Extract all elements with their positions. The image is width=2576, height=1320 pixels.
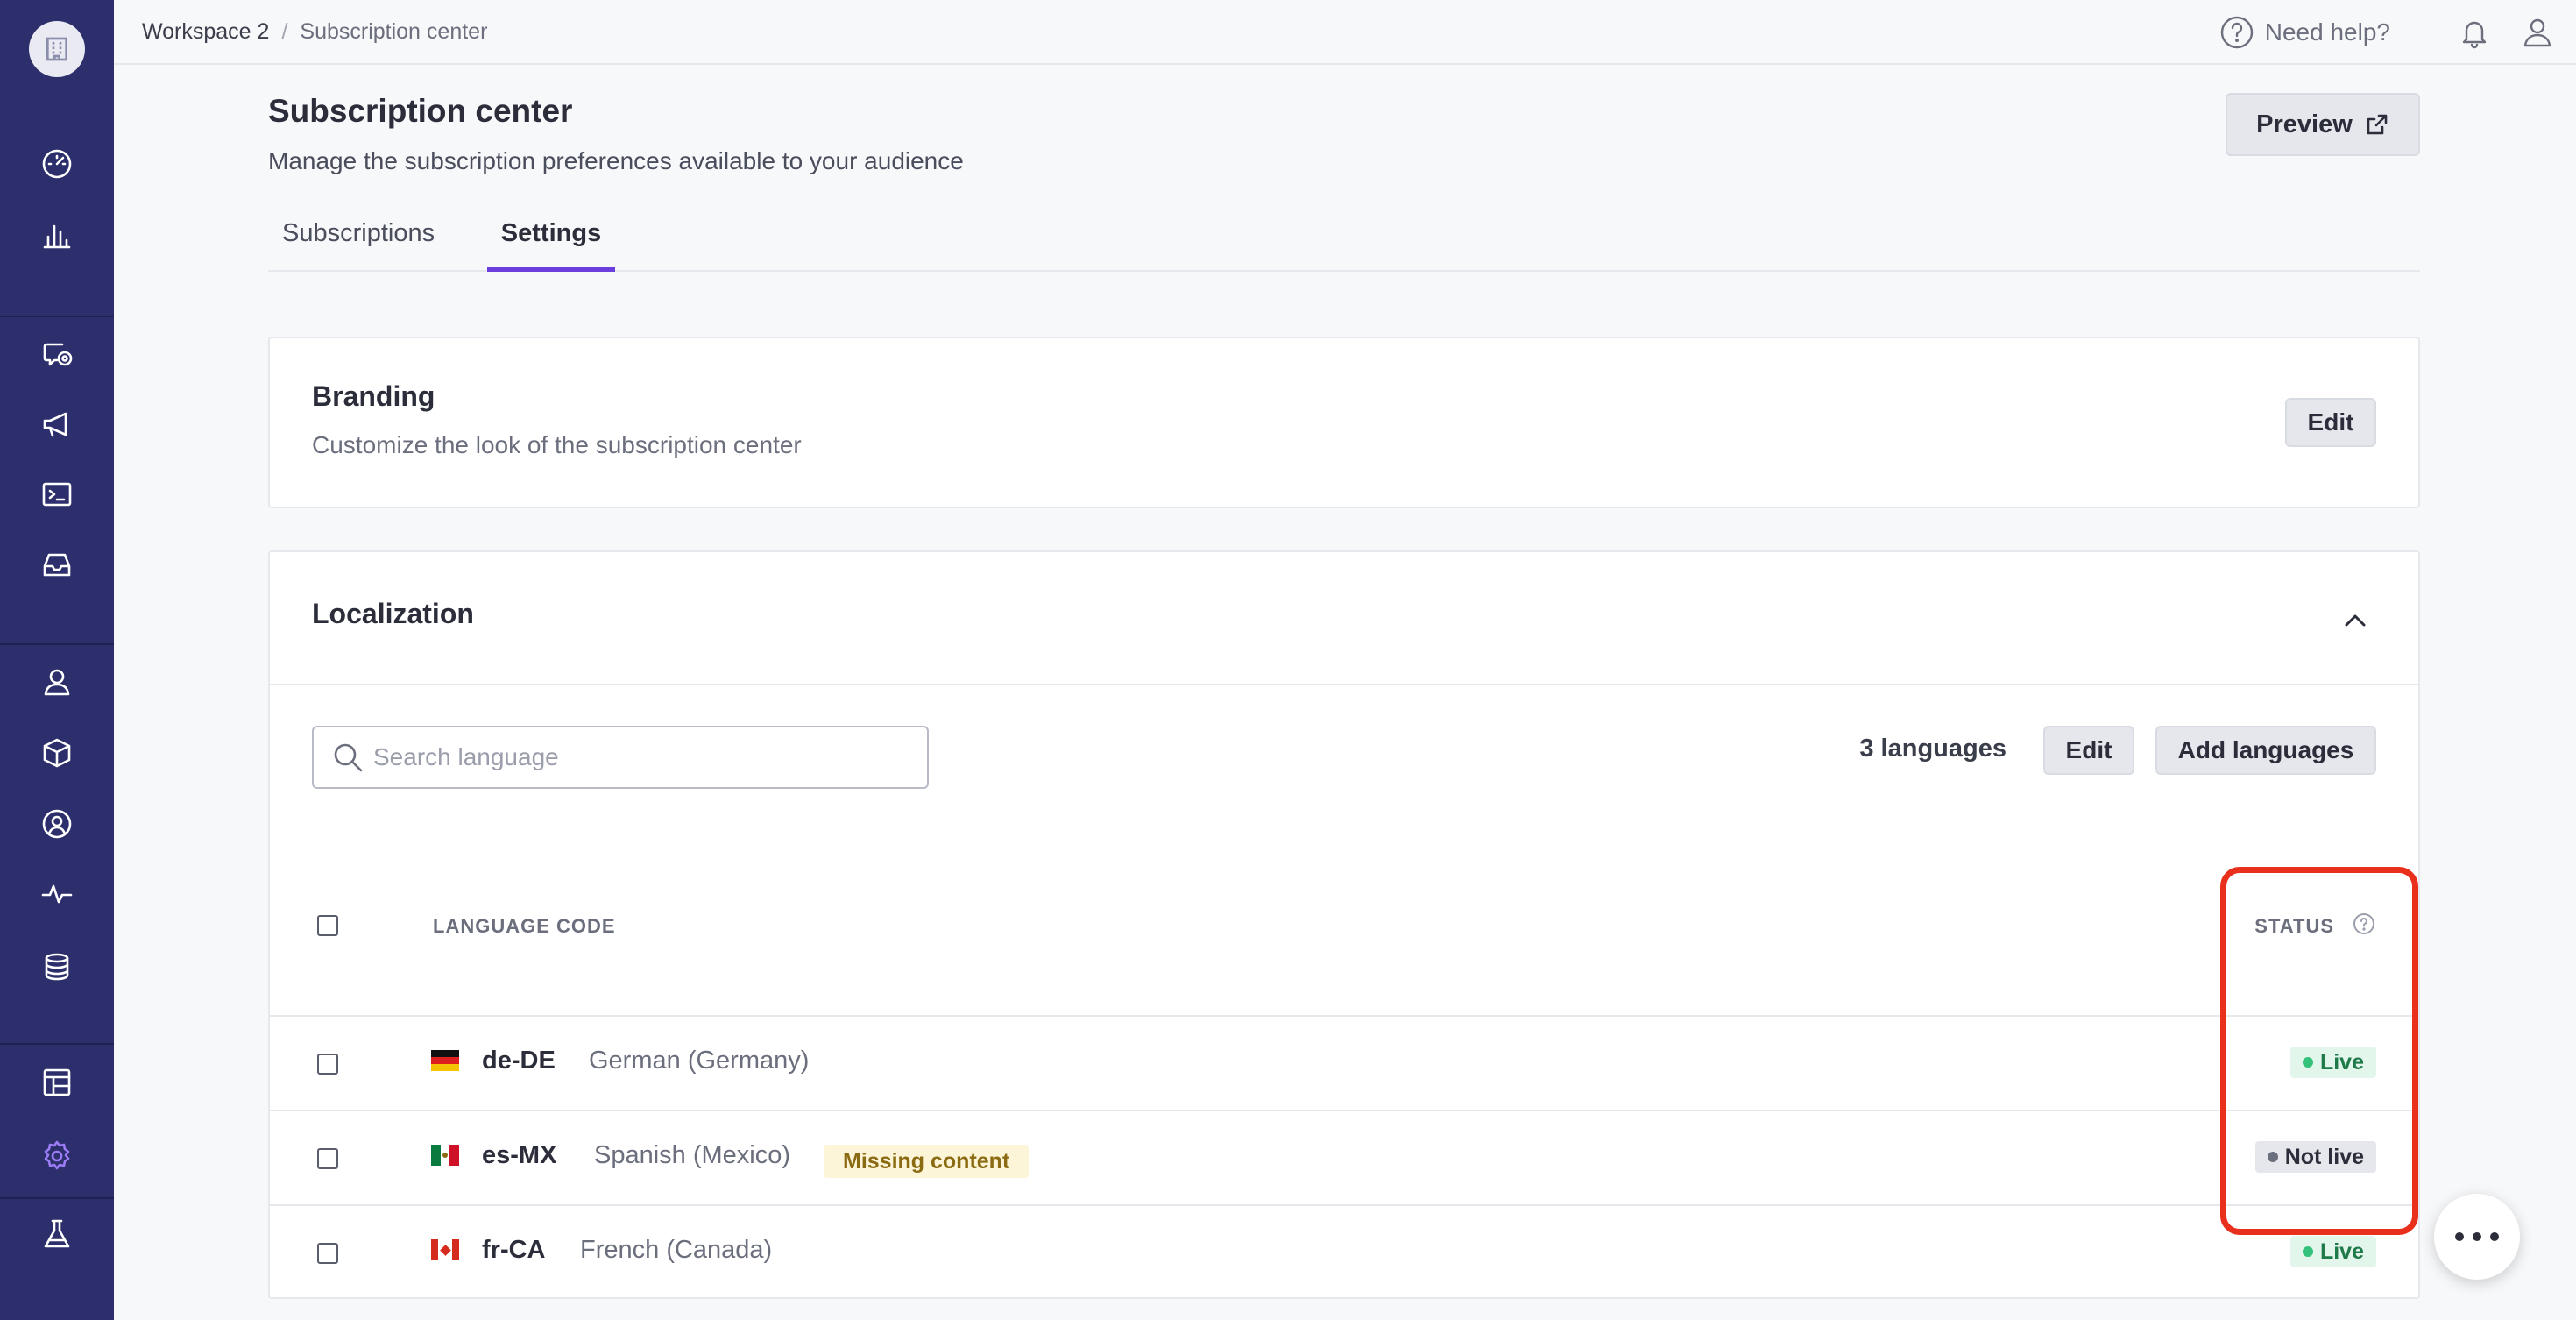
sidebar xyxy=(0,0,114,1320)
user-circle-icon[interactable] xyxy=(39,806,74,841)
tab-settings-label: Settings xyxy=(500,219,602,247)
tab-settings[interactable]: Settings xyxy=(487,214,615,272)
breadcrumb: Workspace 2 / Subscription center xyxy=(142,19,487,45)
dot xyxy=(2473,1232,2481,1241)
tab-subscriptions-label: Subscriptions xyxy=(282,219,435,247)
germany-flag-icon xyxy=(431,1050,459,1071)
building-logo-icon[interactable] xyxy=(29,21,85,77)
search-icon xyxy=(334,743,363,772)
table-row[interactable]: fr-CA French (Canada) Live xyxy=(270,1204,2418,1299)
branding-card: Branding Customize the look of the subsc… xyxy=(268,337,2420,508)
language-code: de-DE xyxy=(482,1047,556,1075)
localization-edit-button[interactable]: Edit xyxy=(2043,726,2134,775)
search-language-input[interactable] xyxy=(373,743,899,771)
more-options-button[interactable] xyxy=(2434,1194,2520,1280)
status-dot xyxy=(2302,1246,2313,1257)
message-target-icon[interactable] xyxy=(39,337,74,372)
table-row[interactable]: de-DE German (Germany) Live xyxy=(270,1015,2418,1110)
dashboard-gauge-icon[interactable] xyxy=(39,146,74,181)
branding-title: Branding xyxy=(312,380,435,412)
breadcrumb-separator: / xyxy=(281,19,288,44)
top-right-actions: Need help? xyxy=(2219,14,2555,51)
bell-icon[interactable] xyxy=(2457,15,2492,50)
database-icon[interactable] xyxy=(39,949,74,984)
row-checkbox[interactable] xyxy=(317,1054,338,1075)
column-header-language-code[interactable]: LANGUAGE CODE xyxy=(433,915,616,938)
mexico-flag-icon xyxy=(431,1145,460,1166)
preview-button[interactable]: Preview xyxy=(2226,93,2420,156)
language-name: Spanish (Mexico) xyxy=(594,1141,791,1169)
add-languages-button[interactable]: Add languages xyxy=(2155,726,2376,775)
box-icon[interactable] xyxy=(39,735,74,770)
external-link-icon xyxy=(2367,114,2388,135)
status-label: Live xyxy=(2319,1238,2364,1264)
bar-chart-icon[interactable] xyxy=(39,217,74,252)
breadcrumb-workspace[interactable]: Workspace 2 xyxy=(142,19,269,45)
tab-bar: Subscriptions Settings xyxy=(268,214,2420,272)
person-icon[interactable] xyxy=(39,664,74,699)
search-language-field[interactable] xyxy=(312,726,929,789)
localization-card: Localization 3 languages Edit Add langua… xyxy=(268,550,2420,1299)
select-all-checkbox[interactable] xyxy=(317,915,338,936)
row-checkbox[interactable] xyxy=(317,1243,338,1264)
sidebar-divider xyxy=(0,1043,114,1045)
row-checkbox[interactable] xyxy=(317,1148,338,1169)
layout-icon[interactable] xyxy=(39,1065,74,1100)
top-bar: Workspace 2 / Subscription center Need h… xyxy=(114,0,2576,65)
section-divider xyxy=(270,684,2418,685)
gear-icon[interactable] xyxy=(39,1139,74,1174)
terminal-icon[interactable] xyxy=(39,477,74,512)
breadcrumb-current: Subscription center xyxy=(300,19,488,44)
activity-icon[interactable] xyxy=(39,876,74,912)
chevron-up-icon[interactable] xyxy=(2341,607,2369,635)
localization-title: Localization xyxy=(312,598,474,629)
languages-count: 3 languages xyxy=(1859,735,2006,763)
help-label: Need help? xyxy=(2264,18,2390,46)
preview-label: Preview xyxy=(2256,110,2353,138)
branding-description: Customize the look of the subscription c… xyxy=(312,431,802,458)
page-title: Subscription center xyxy=(268,93,573,129)
user-icon[interactable] xyxy=(2520,15,2555,50)
branding-edit-button[interactable]: Edit xyxy=(2285,398,2376,447)
language-code: fr-CA xyxy=(482,1236,546,1264)
dot xyxy=(2455,1232,2464,1241)
table-row[interactable]: es-MX Spanish (Mexico) Missing content N… xyxy=(270,1110,2418,1204)
status-badge: Live xyxy=(2289,1236,2376,1267)
language-name: French (Canada) xyxy=(580,1236,773,1264)
language-code: es-MX xyxy=(482,1141,557,1169)
tab-subscriptions[interactable]: Subscriptions xyxy=(282,214,440,272)
canada-flag-icon xyxy=(431,1239,459,1260)
inbox-icon[interactable] xyxy=(39,547,74,582)
sidebar-divider xyxy=(0,316,114,317)
status-column-highlight xyxy=(2220,867,2418,1235)
megaphone-icon[interactable] xyxy=(39,407,74,442)
help-circle-icon xyxy=(2220,16,2253,49)
flask-icon[interactable] xyxy=(39,1217,74,1252)
language-name: German (Germany) xyxy=(589,1047,810,1075)
missing-content-badge: Missing content xyxy=(824,1145,1030,1178)
sidebar-divider xyxy=(0,1197,114,1199)
help-link[interactable]: Need help? xyxy=(2219,15,2390,50)
dot xyxy=(2490,1232,2499,1241)
sidebar-divider xyxy=(0,643,114,645)
page-subtitle: Manage the subscription preferences avai… xyxy=(268,147,964,174)
